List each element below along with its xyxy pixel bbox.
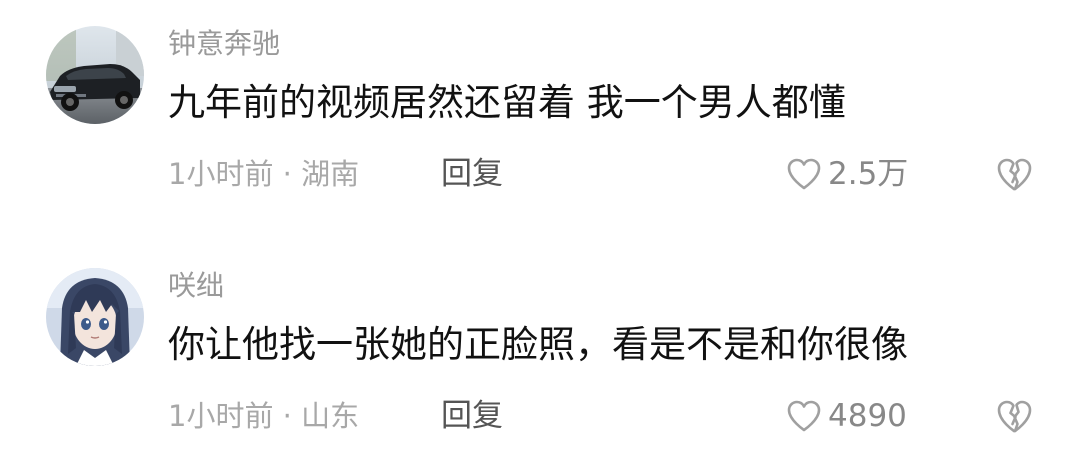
comment-meta: 1小时前 · 湖南 [168, 157, 360, 191]
username[interactable]: 咲绌 [168, 266, 224, 306]
username[interactable]: 钟意奔驰 [168, 24, 280, 64]
car-avatar-image [46, 26, 144, 124]
comment-item: 咲绌 你让他找一张她的正脸照，看是不是和你很像 1小时前 · 山东 回复 489… [0, 262, 1080, 462]
broken-heart-icon [997, 400, 1032, 433]
like-count: 4890 [828, 398, 907, 434]
comment-item: 钟意奔驰 九年前的视频居然还留着 我一个男人都懂 1小时前 · 湖南 回复 2.… [0, 20, 1080, 220]
comment-text: 你让他找一张她的正脸照，看是不是和你很像 [168, 323, 908, 366]
comment-meta: 1小时前 · 山东 [168, 399, 360, 433]
like-button[interactable]: 4890 [786, 394, 907, 438]
dislike-button[interactable] [995, 398, 1033, 434]
like-count: 2.5万 [828, 156, 909, 192]
avatar[interactable] [46, 26, 144, 124]
heart-outline-icon [787, 400, 821, 432]
dislike-button[interactable] [995, 156, 1033, 192]
like-button[interactable]: 2.5万 [786, 152, 908, 196]
heart-outline-icon [787, 158, 821, 190]
reply-button[interactable]: 回复 [441, 152, 503, 196]
reply-button[interactable]: 回复 [441, 394, 503, 438]
comment-text: 九年前的视频居然还留着 我一个男人都懂 [168, 81, 846, 124]
broken-heart-icon [997, 158, 1032, 191]
avatar[interactable] [46, 268, 144, 366]
anime-girl-avatar-image [46, 268, 144, 366]
